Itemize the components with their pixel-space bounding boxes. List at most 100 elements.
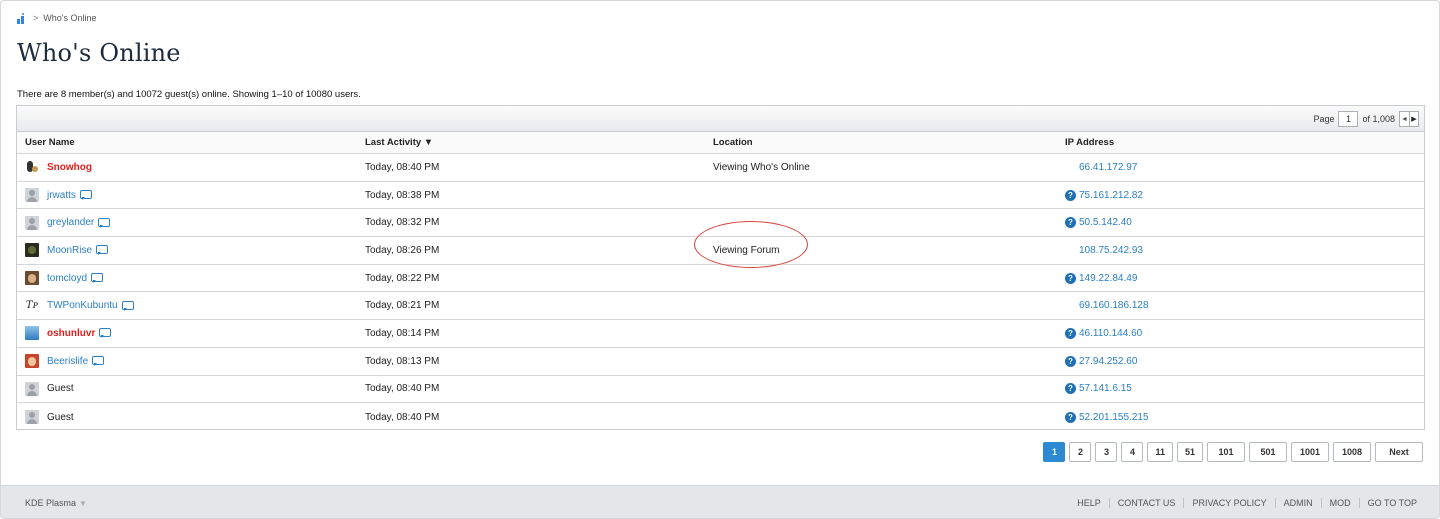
ip-info-icon[interactable]: ?: [1065, 272, 1076, 284]
pagination: 1 2 3 4 11 51 101 501 1001 1008 Next: [1043, 442, 1423, 462]
user-name-link[interactable]: greylander: [47, 217, 94, 228]
header-user-name[interactable]: User Name: [17, 137, 365, 148]
ip-info-icon[interactable]: ?: [1065, 327, 1076, 339]
user-name-link[interactable]: oshunluvr: [47, 328, 95, 339]
footer-link-go-to-top[interactable]: GO TO TOP: [1358, 498, 1425, 508]
user-cell: jrwatts: [17, 188, 365, 203]
ip-address-link[interactable]: 69.160.186.128: [1079, 300, 1149, 311]
user-cell: Beerislife: [17, 354, 365, 369]
avatar[interactable]: Tᴘ: [25, 298, 39, 313]
user-name-link[interactable]: tomcloyd: [47, 273, 87, 284]
user-cell: tomcloyd: [17, 271, 365, 286]
table-body: Snowhog Today, 08:40 PM Viewing Who's Onli…: [17, 154, 1424, 431]
user-name-link[interactable]: TWPonKubuntu: [47, 300, 118, 311]
last-activity-cell: Today, 08:26 PM: [365, 244, 440, 256]
page-button-1[interactable]: 1: [1043, 442, 1066, 462]
ip-address-link[interactable]: 149.22.84.49: [1079, 273, 1137, 284]
page-number-input[interactable]: 1: [1338, 111, 1359, 127]
home-icon[interactable]: [16, 12, 28, 24]
online-summary: There are 8 member(s) and 10072 guest(s)…: [17, 89, 361, 100]
user-name-link[interactable]: Snowhog: [47, 162, 92, 173]
header-location[interactable]: Location: [713, 137, 1061, 148]
footer-link-help[interactable]: HELP: [1069, 498, 1109, 508]
next-page-icon[interactable]: ▶: [1409, 112, 1418, 126]
ip-info-icon[interactable]: ?: [1065, 217, 1076, 229]
ip-address-link[interactable]: 57.141.6.15: [1079, 383, 1132, 394]
ip-info-icon[interactable]: ?: [1065, 383, 1076, 395]
page-total: of 1,008: [1362, 114, 1395, 124]
ip-address-link[interactable]: 46.110.144.60: [1079, 328, 1142, 339]
user-cell: MoonRise: [17, 243, 365, 258]
avatar[interactable]: [25, 188, 39, 203]
table-header: User Name Last Activity ▼ Location IP Ad…: [17, 132, 1424, 154]
user-name-link[interactable]: MoonRise: [47, 245, 92, 256]
page-button-2[interactable]: 2: [1069, 442, 1092, 462]
page-button-1001[interactable]: 1001: [1291, 442, 1329, 462]
ip-address-link[interactable]: 108.75.242.93: [1079, 245, 1143, 256]
user-name-link: Guest: [47, 383, 74, 395]
private-message-icon[interactable]: [98, 217, 111, 228]
page-button-4[interactable]: 4: [1121, 442, 1144, 462]
private-message-icon[interactable]: [96, 245, 109, 256]
avatar[interactable]: [25, 354, 39, 369]
location-cell: Viewing Forum: [713, 244, 780, 256]
header-last-activity[interactable]: Last Activity ▼: [365, 137, 713, 148]
footer-link-privacy-policy[interactable]: PRIVACY POLICY: [1183, 498, 1274, 508]
ip-address-link[interactable]: 27.94.252.60: [1079, 356, 1137, 367]
private-message-icon[interactable]: [79, 190, 92, 201]
avatar[interactable]: [25, 215, 39, 230]
ip-cell: ? 46.110.144.60: [1061, 327, 1411, 339]
ip-info-icon[interactable]: ?: [1065, 355, 1076, 367]
page-button-501[interactable]: 501: [1249, 442, 1287, 462]
page-label: Page: [1313, 114, 1335, 124]
prev-page-icon[interactable]: ◄: [1400, 112, 1409, 126]
page-button-101[interactable]: 101: [1207, 442, 1245, 462]
user-cell: greylander: [17, 215, 365, 230]
last-activity-cell: Today, 08:32 PM: [365, 217, 440, 229]
footer-link-admin[interactable]: ADMIN: [1274, 498, 1321, 508]
private-message-icon[interactable]: [121, 300, 134, 311]
avatar: [25, 381, 39, 396]
ip-address-link[interactable]: 50.5.142.40: [1079, 217, 1132, 228]
page-button-51[interactable]: 51: [1176, 442, 1203, 462]
page-button-1008[interactable]: 1008: [1333, 442, 1371, 462]
page-arrows: ◄ ▶: [1399, 111, 1419, 127]
ip-address-link[interactable]: 52.201.155.215: [1079, 412, 1149, 423]
next-page-button[interactable]: Next: [1375, 442, 1423, 462]
table-row: Beerislife Today, 08:13 PM? 27.94.252.60: [17, 348, 1424, 376]
last-activity-cell: Today, 08:40 PM: [365, 383, 440, 395]
footer-link-mod[interactable]: MOD: [1320, 498, 1359, 508]
page-button-3[interactable]: 3: [1095, 442, 1118, 462]
ip-address-link[interactable]: 75.161.212.82: [1079, 190, 1143, 201]
ip-cell: ? 52.201.155.215: [1061, 411, 1411, 423]
last-activity-cell: Today, 08:38 PM: [365, 189, 440, 201]
avatar[interactable]: [25, 243, 39, 258]
breadcrumb-current: Who's Online: [43, 13, 97, 23]
avatar[interactable]: [25, 160, 39, 175]
ip-cell: 66.41.172.97: [1061, 162, 1411, 173]
user-name-link[interactable]: Beerislife: [47, 356, 88, 367]
avatar[interactable]: [25, 271, 39, 286]
ip-info-icon[interactable]: ?: [1065, 411, 1076, 423]
user-cell: Guest: [17, 410, 365, 425]
avatar: [25, 410, 39, 425]
user-name-link[interactable]: jrwatts: [47, 190, 76, 201]
chevron-down-icon: ▼: [79, 498, 87, 508]
footer: KDE Plasma ▼ HELP CONTACT US PRIVACY POLIC…: [1, 485, 1439, 518]
table-row: Tᴘ TWPonKubuntu Today, 08:21 PM 69.160.186.…: [17, 292, 1424, 321]
ip-address-link[interactable]: 66.41.172.97: [1079, 162, 1137, 173]
ip-info-icon[interactable]: ?: [1065, 189, 1076, 201]
footer-links: HELP CONTACT US PRIVACY POLICY ADMIN MOD GO T…: [1069, 498, 1425, 508]
table-row: Snowhog Today, 08:40 PM Viewing Who's Onli…: [17, 154, 1424, 182]
private-message-icon[interactable]: [92, 356, 105, 367]
page-jumper: Page 1 of 1,008 ◄ ▶: [1313, 111, 1419, 127]
style-selector[interactable]: KDE Plasma ▼: [25, 498, 87, 508]
header-ip-address[interactable]: IP Address: [1061, 137, 1411, 148]
private-message-icon[interactable]: [99, 328, 112, 339]
table-row: jrwatts Today, 08:38 PM? 75.161.212.82: [17, 182, 1424, 210]
avatar[interactable]: [25, 326, 39, 341]
user-cell: oshunluvr: [17, 326, 365, 341]
page-button-11[interactable]: 11: [1147, 442, 1173, 462]
private-message-icon[interactable]: [91, 273, 104, 284]
footer-link-contact-us[interactable]: CONTACT US: [1108, 498, 1184, 508]
